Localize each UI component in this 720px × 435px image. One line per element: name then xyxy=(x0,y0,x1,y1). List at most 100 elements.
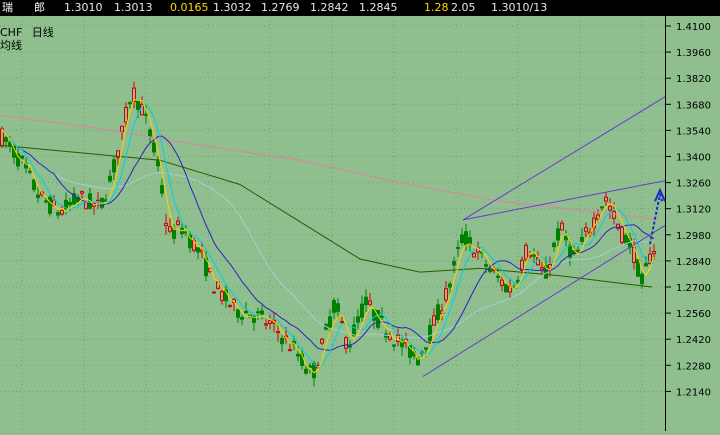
candle-body xyxy=(468,237,472,245)
candle-body xyxy=(340,321,344,324)
candle-body xyxy=(164,222,168,227)
axis-tick-label: 1.3260 xyxy=(676,179,711,190)
candle-body xyxy=(332,300,336,313)
candle-body xyxy=(256,311,260,314)
candle-body xyxy=(344,337,348,349)
candle-body xyxy=(168,226,172,232)
candle-body xyxy=(240,316,244,320)
candle-body xyxy=(436,304,440,321)
candle-body xyxy=(620,226,624,243)
candle-body xyxy=(288,349,292,352)
prev-close-value: 1.3013 xyxy=(114,1,153,14)
candle-body xyxy=(220,291,224,301)
open-value: 1.3010 xyxy=(64,1,103,14)
candle-body xyxy=(524,244,528,260)
candle-body xyxy=(368,300,372,305)
candle-body xyxy=(364,296,368,306)
candle-body xyxy=(484,264,488,267)
candle-body xyxy=(44,200,48,203)
high-value: 1.3032 xyxy=(213,1,252,14)
candle-body xyxy=(264,323,268,326)
candle-body xyxy=(108,175,112,182)
candle-body xyxy=(320,338,324,344)
candle-body xyxy=(28,170,32,173)
candle-body xyxy=(352,324,356,337)
candle-body xyxy=(112,159,116,173)
pane-period: 日线 xyxy=(31,26,54,39)
axis-tick-label: 1.2840 xyxy=(676,257,711,268)
candle-body xyxy=(212,291,216,294)
axis-tick-label: 1.3820 xyxy=(676,74,711,85)
candle-body xyxy=(144,113,148,116)
candle-body xyxy=(464,231,468,246)
field-partial: 郎 xyxy=(34,1,45,14)
trendline-upper xyxy=(462,96,666,221)
price-axis[interactable]: 1.4100 1.3960 1.3820 1.3680 1.3540 1.3400 1.32… xyxy=(665,16,720,431)
candle-body xyxy=(120,125,124,133)
value-2: 1.2845 xyxy=(359,1,398,14)
axis-tick-label: 1.2560 xyxy=(676,309,711,320)
candle-body xyxy=(360,303,364,318)
candle-body xyxy=(552,242,556,248)
candle-body xyxy=(636,259,640,277)
candle-body xyxy=(424,347,428,350)
candle-body xyxy=(504,283,508,293)
candle-body xyxy=(540,267,544,271)
candle-body xyxy=(148,129,152,137)
candle-body xyxy=(36,194,40,199)
candle-body xyxy=(124,106,128,123)
candle-body xyxy=(376,310,380,328)
ma-line-olive xyxy=(0,144,653,288)
candle-body xyxy=(172,228,176,239)
candle-body xyxy=(280,337,284,345)
candle-body xyxy=(84,202,88,210)
candle-body xyxy=(176,220,180,225)
axis-tick-label: 1.2420 xyxy=(676,335,711,346)
candle-body xyxy=(380,315,384,318)
axis-tick-label: 1.2140 xyxy=(676,387,711,398)
axis-tick-label: 1.2980 xyxy=(676,231,711,242)
candle-body xyxy=(576,249,580,252)
candle-body xyxy=(496,275,500,278)
quote-bar: 瑞 郎 1.3010 1.3013 0.0165 1.3032 1.2769 1… xyxy=(0,0,720,16)
candle-body xyxy=(560,222,564,231)
candle-body xyxy=(456,246,460,249)
candle-body xyxy=(604,196,608,202)
candle-body xyxy=(428,324,432,342)
candle-body xyxy=(640,273,644,285)
candle-body xyxy=(136,100,140,110)
chart-canvas[interactable] xyxy=(0,16,666,431)
candle-body xyxy=(432,315,436,326)
candle-body xyxy=(68,201,72,206)
pane-symbol: CHF xyxy=(0,26,23,39)
candle-body xyxy=(296,353,300,357)
candle-body xyxy=(356,316,360,323)
candle-body xyxy=(652,250,656,255)
candle-body xyxy=(532,254,536,257)
candle-body xyxy=(612,210,616,219)
candle-body xyxy=(268,320,272,324)
candle-body xyxy=(20,155,24,159)
pct-value: 2.05 xyxy=(451,1,476,14)
axis-canvas: 1.4100 1.3960 1.3820 1.3680 1.3540 1.3400 1.32… xyxy=(666,22,711,398)
candle-body xyxy=(60,209,64,215)
candle-body xyxy=(608,205,612,211)
pane-period-sub: 均线 xyxy=(0,39,22,52)
candle-body xyxy=(48,196,52,214)
axis-tick-label: 1.4100 xyxy=(676,22,711,33)
candle-body xyxy=(460,234,464,244)
candle-body xyxy=(260,310,264,315)
candle-body xyxy=(80,191,84,194)
candle-body xyxy=(228,304,232,307)
candle-body xyxy=(4,137,8,142)
price-chart[interactable]: CHF 日线 均线 xyxy=(0,16,666,431)
candle-body xyxy=(584,227,588,232)
candle-body xyxy=(196,247,200,253)
candle-body xyxy=(500,279,504,286)
axis-tick-label: 1.3540 xyxy=(676,126,711,137)
candle-body xyxy=(336,303,340,312)
candle-body xyxy=(244,310,248,314)
candle-body xyxy=(236,309,240,318)
value-1: 1.2842 xyxy=(310,1,349,14)
candle-body xyxy=(472,252,476,258)
